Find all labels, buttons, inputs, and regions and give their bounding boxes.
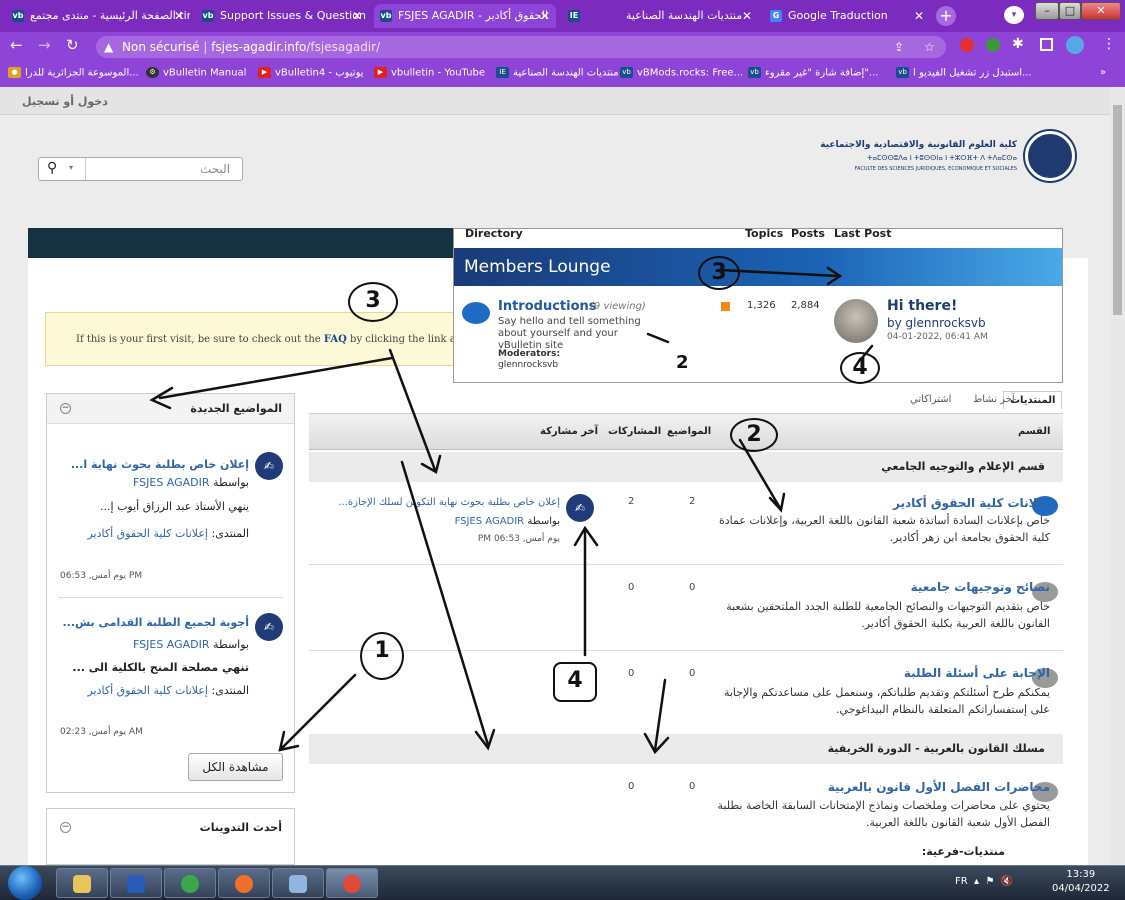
word-taskbar-button[interactable] (110, 868, 162, 898)
arrow-line (400, 460, 490, 747)
annotation-number: 3 (348, 282, 398, 322)
annotation-number: 1 (360, 632, 404, 680)
annotation-number: 4 (553, 662, 597, 702)
language-indicator[interactable]: FR (955, 876, 968, 887)
system-tray[interactable]: FR ▴ ⚑ 🔇 (955, 876, 1013, 887)
annotation-number: 4 (840, 352, 880, 384)
arrow-line (646, 332, 670, 344)
arrow-line (653, 678, 667, 752)
start-button[interactable] (8, 866, 42, 900)
arrow-line (158, 356, 394, 400)
chrome-taskbar-button[interactable] (164, 868, 216, 898)
annotation-arrows (149, 266, 874, 755)
chrome-active-taskbar-button[interactable] (326, 868, 378, 898)
explorer-taskbar-button[interactable] (56, 868, 108, 898)
firefox-taskbar-button[interactable] (218, 868, 270, 898)
paint-taskbar-button[interactable] (272, 868, 324, 898)
annotation-number: 2 (676, 352, 689, 373)
clock[interactable]: 13:39 04/04/2022 (1052, 868, 1110, 896)
annotation-number: 2 (730, 418, 778, 452)
arrow-line (388, 348, 437, 472)
arrow-line (280, 673, 357, 750)
annotation-number: 3 (698, 256, 740, 290)
